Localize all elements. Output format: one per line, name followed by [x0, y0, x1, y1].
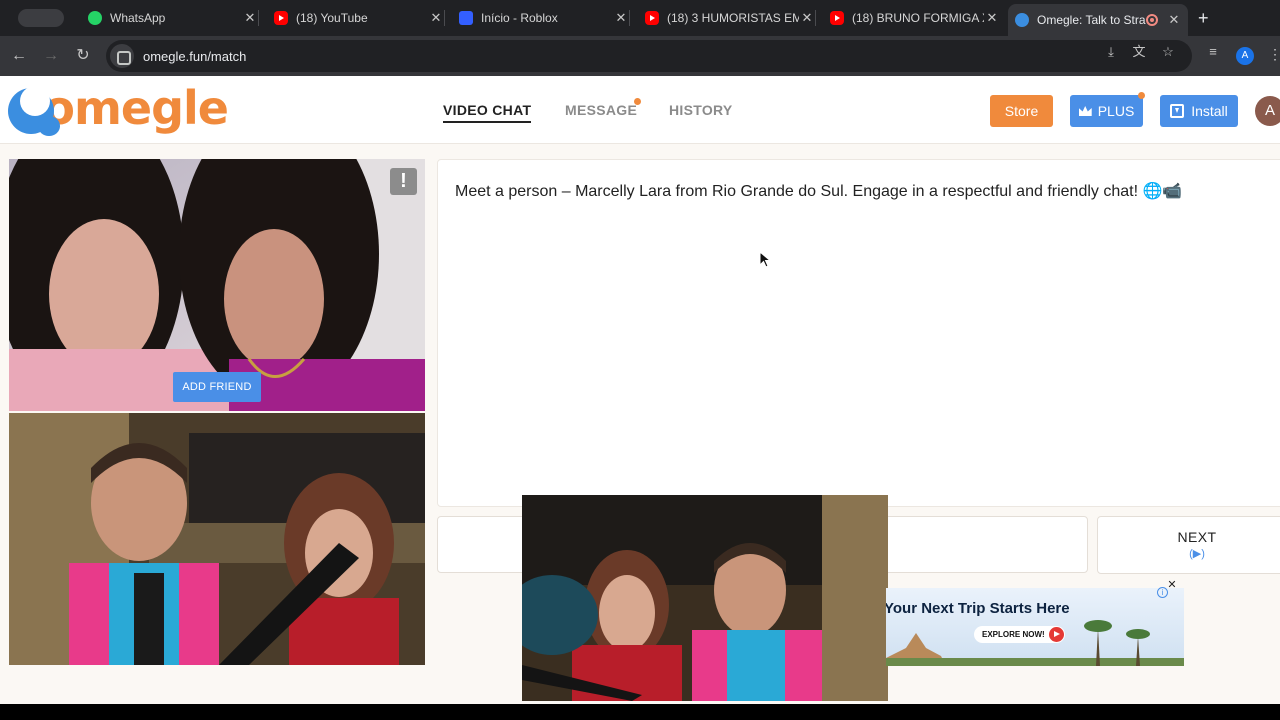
tab-youtube[interactable]: (18) YouTube ✕: [274, 6, 445, 30]
address-bar[interactable]: omegle.fun/match: [106, 40, 1192, 72]
url-text[interactable]: omegle.fun/match: [143, 49, 246, 64]
youtube-icon: [830, 11, 844, 25]
back-icon[interactable]: ←: [8, 45, 30, 67]
self-video: [9, 413, 425, 665]
next-button[interactable]: NEXT (▶): [1097, 516, 1280, 574]
crown-icon: [1078, 106, 1092, 116]
tab-close-icon[interactable]: ✕: [799, 10, 815, 26]
add-friend-button[interactable]: ADD FRIEND: [173, 372, 261, 402]
ad-cta-button[interactable]: EXPLORE NOW!: [974, 626, 1065, 643]
tab-group-pill[interactable]: [18, 9, 64, 27]
site-header: omegle VIDEO CHAT MESSAGE HISTORY Store …: [0, 76, 1280, 144]
report-button[interactable]: !: [390, 168, 417, 195]
mouse-cursor-icon: [759, 251, 771, 268]
tab-title: WhatsApp: [110, 11, 166, 25]
chat-panel: Meet a person – Marcelly Lara from Rio G…: [437, 159, 1280, 507]
plus-notification-dot: [1138, 92, 1145, 99]
tab-close-icon[interactable]: ✕: [613, 10, 629, 26]
tab-whatsapp[interactable]: WhatsApp ✕: [88, 6, 259, 30]
tab-title: (18) 3 HUMORISTAS EM: [667, 11, 799, 25]
omegle-icon: [1015, 13, 1029, 27]
message-notification-dot: [634, 98, 641, 105]
ad-cta-label: EXPLORE NOW!: [982, 630, 1045, 639]
advertisement[interactable]: Your Next Trip Starts Here EXPLORE NOW!: [886, 588, 1184, 666]
tab-humoristas[interactable]: (18) 3 HUMORISTAS EM ✕: [645, 6, 816, 30]
nav-history[interactable]: HISTORY: [669, 102, 733, 118]
tab-bruno-formiga[interactable]: (18) BRUNO FORMIGA X ✕: [830, 6, 1000, 30]
reading-list-icon[interactable]: ≡: [1205, 44, 1221, 60]
tab-close-icon[interactable]: ✕: [1166, 12, 1182, 28]
ad-title: Your Next Trip Starts Here: [886, 600, 1070, 617]
nav-video-chat[interactable]: VIDEO CHAT: [443, 102, 532, 123]
tab-title: (18) BRUNO FORMIGA X: [852, 11, 984, 25]
tab-roblox[interactable]: Início - Roblox ✕: [459, 6, 630, 30]
next-shortcut-hint: (▶): [1189, 548, 1205, 560]
tab-title: Omegle: Talk to Stra: [1037, 13, 1146, 27]
bottom-black-strip: [0, 704, 1280, 720]
new-tab-icon[interactable]: +: [1198, 8, 1209, 28]
omegle-logo[interactable]: omegle: [8, 81, 229, 138]
bookmark-star-icon[interactable]: ☆: [1160, 44, 1176, 60]
tab-title: (18) YouTube: [296, 11, 368, 25]
user-avatar[interactable]: A: [1255, 96, 1280, 126]
youtube-icon: [645, 11, 659, 25]
plus-label: PLUS: [1097, 103, 1135, 119]
browser-toolbar: ← → ↻ omegle.fun/match ⤓ 文 ☆ ≡ A ⋮: [0, 36, 1280, 76]
omegle-page: omegle VIDEO CHAT MESSAGE HISTORY Store …: [0, 76, 1280, 704]
forward-icon[interactable]: →: [40, 45, 62, 67]
nav-message[interactable]: MESSAGE: [565, 102, 637, 118]
youtube-icon: [274, 11, 288, 25]
logo-text: omegle: [43, 81, 229, 135]
tab-close-icon[interactable]: ✕: [984, 10, 1000, 26]
translate-icon[interactable]: 文: [1131, 44, 1147, 60]
tab-title: Início - Roblox: [481, 11, 558, 25]
send-arrow-icon: [1048, 627, 1064, 642]
reload-icon[interactable]: ↻: [72, 45, 94, 67]
omegle-logo-icon: [8, 86, 60, 136]
store-label: Store: [1004, 103, 1039, 119]
ad-close-icon[interactable]: ✕: [1166, 579, 1178, 591]
browser-menu-icon[interactable]: ⋮: [1268, 46, 1280, 63]
tab-close-icon[interactable]: ✕: [242, 10, 258, 26]
install-app-icon[interactable]: ⤓: [1103, 44, 1119, 60]
browser-tab-bar: WhatsApp ✕ (18) YouTube ✕ Início - Roblo…: [0, 0, 1280, 36]
whatsapp-icon: [88, 11, 102, 25]
tab-omegle[interactable]: Omegle: Talk to Stra ✕: [1008, 4, 1188, 36]
plus-button[interactable]: PLUS: [1070, 95, 1143, 127]
store-button[interactable]: Store: [990, 95, 1053, 127]
install-button[interactable]: Install: [1160, 95, 1238, 127]
system-chat-message: Meet a person – Marcelly Lara from Rio G…: [455, 183, 1183, 200]
next-label: NEXT: [1177, 529, 1217, 545]
install-label: Install: [1191, 103, 1228, 119]
site-info-icon[interactable]: [110, 44, 134, 68]
roblox-icon: [459, 11, 473, 25]
picture-in-picture-video[interactable]: [522, 495, 888, 701]
download-icon: [1170, 104, 1185, 118]
tab-close-icon[interactable]: ✕: [428, 10, 444, 26]
recording-icon: [1146, 14, 1158, 26]
browser-profile-avatar[interactable]: A: [1236, 47, 1254, 65]
